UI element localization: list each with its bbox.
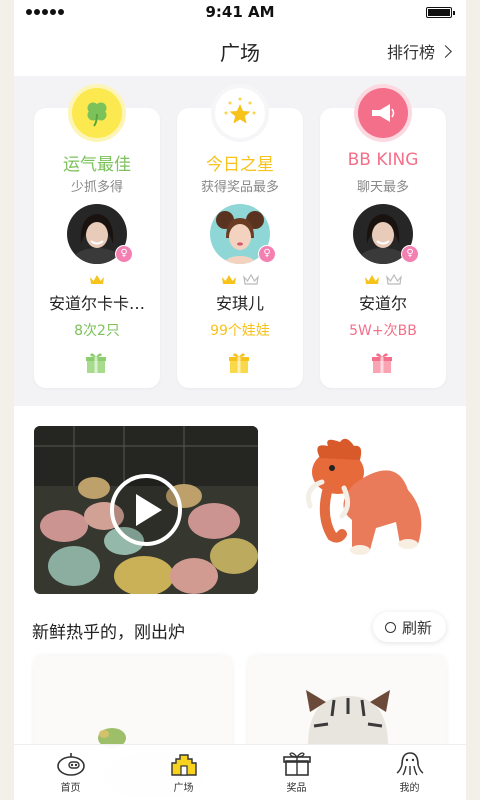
app-screen: 9:41 AM 广场 排行榜 运气最佳 少抓多得 ♀ 安道尔卡卡… 8次2只 今… <box>14 0 466 800</box>
category-desc: 少抓多得 <box>70 180 123 195</box>
refresh-label: 刷新 <box>401 618 432 637</box>
tab-label: 首页 <box>60 783 81 794</box>
category-desc: 获得奖品最多 <box>200 180 279 195</box>
category-title: 今日之星 <box>206 155 274 175</box>
winner-name: 安道尔 <box>358 294 407 313</box>
crown-icon <box>90 275 104 284</box>
gift-icon <box>370 351 394 379</box>
fresh-section-title: 新鲜热乎的，刚出炉 <box>32 623 185 643</box>
crown-icon <box>243 274 259 285</box>
clover-icon <box>72 88 122 138</box>
leaderboard-card-star[interactable]: 今日之星 获得奖品最多 ♀ 安琪儿 99个娃娃 <box>177 88 303 388</box>
winner-name: 安琪儿 <box>215 294 264 313</box>
claw-machine-video[interactable] <box>34 426 258 594</box>
leaderboard: 运气最佳 少抓多得 ♀ 安道尔卡卡… 8次2只 今日之星 获得奖品最多 ♀ 安琪… <box>14 76 466 406</box>
ranking-link[interactable]: 排行榜 <box>386 39 452 63</box>
leaderboard-card-bbking[interactable]: BB KING 聊天最多 ♀ 安道尔 5W+次BB <box>320 88 446 388</box>
refresh-icon <box>384 621 396 633</box>
crown-icon <box>386 274 402 285</box>
robot-face-icon <box>56 753 85 776</box>
tab-label: 我的 <box>399 783 420 794</box>
crown-icon <box>365 275 379 284</box>
tab-me[interactable]: 我的 <box>353 745 466 800</box>
castle-icon <box>170 754 197 776</box>
prize-toy-image[interactable] <box>298 432 448 582</box>
tab-square[interactable]: 广场 <box>127 745 240 800</box>
winner-stat: 8次2只 <box>74 323 120 339</box>
crown-rating <box>177 274 303 285</box>
status-bar: 9:41 AM <box>14 0 466 26</box>
category-desc: 聊天最多 <box>356 180 409 195</box>
winner-name: 安道尔卡卡… <box>48 294 145 313</box>
star-icon <box>215 88 265 138</box>
category-title: 运气最佳 <box>63 155 131 175</box>
tab-label: 广场 <box>173 783 194 794</box>
category-title: BB KING <box>347 150 419 170</box>
crown-rating <box>34 274 160 285</box>
octopus-icon <box>396 752 423 776</box>
gift-icon <box>84 351 108 379</box>
crown-rating <box>320 274 446 285</box>
tab-bar: 首页 广场 奖品 我的 <box>14 744 466 800</box>
gift-icon <box>227 351 251 379</box>
crown-icon <box>222 275 236 284</box>
tab-prizes[interactable]: 奖品 <box>240 745 353 800</box>
battery-icon <box>426 7 455 18</box>
female-icon: ♀ <box>258 245 276 263</box>
megaphone-icon <box>358 88 408 138</box>
winner-stat: 99个娃娃 <box>210 323 270 339</box>
female-icon: ♀ <box>401 245 419 263</box>
ranking-link-label: 排行榜 <box>386 43 435 62</box>
leaderboard-card-luck[interactable]: 运气最佳 少抓多得 ♀ 安道尔卡卡… 8次2只 <box>34 88 160 388</box>
status-time: 9:41 AM <box>205 3 275 21</box>
chevron-right-icon <box>439 44 452 58</box>
tab-home[interactable]: 首页 <box>14 745 127 800</box>
tab-label: 奖品 <box>286 783 307 794</box>
gift-box-icon <box>282 752 311 776</box>
feature-row <box>14 406 466 606</box>
refresh-button[interactable]: 刷新 <box>372 612 446 642</box>
winner-stat: 5W+次BB <box>349 323 417 339</box>
header: 广场 排行榜 <box>14 26 466 76</box>
female-icon: ♀ <box>115 245 133 263</box>
